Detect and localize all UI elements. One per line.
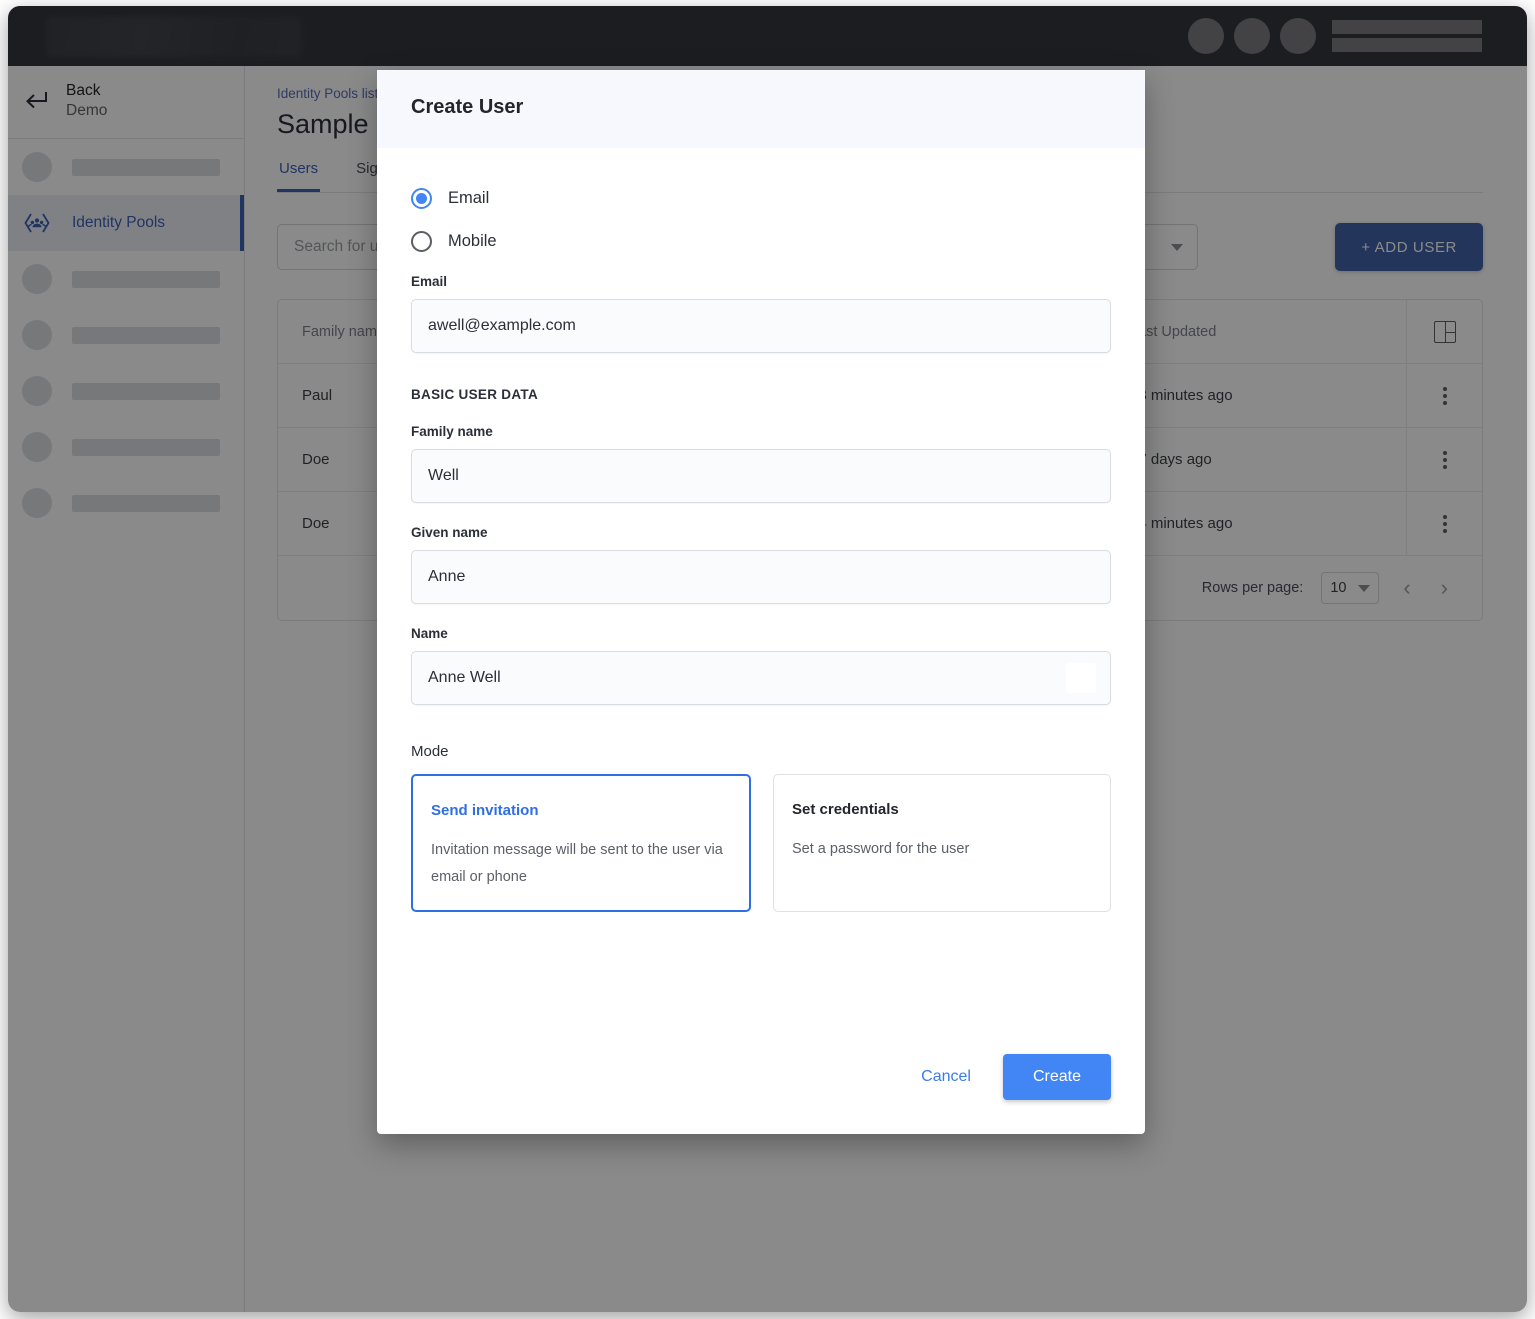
create-button[interactable]: Create [1002, 1054, 1111, 1100]
mode-card-title: Set credentials [792, 801, 899, 818]
dialog-footer: Cancel Create [377, 1054, 1145, 1134]
radio-email-icon [411, 188, 432, 209]
dialog-body: Email Mobile Email awell@example.com BAS… [377, 148, 1145, 1054]
mode-card-description: Set a password for the user [792, 841, 970, 857]
given-name-label: Given name [411, 525, 488, 540]
name-input-clear-icon[interactable] [1066, 663, 1096, 693]
name-label: Name [411, 626, 448, 641]
radio-email-label: Email [448, 189, 490, 207]
create-user-dialog: Create User Email Mobile Email awell@exa… [377, 70, 1145, 1134]
given-name-input[interactable]: Anne [411, 550, 1111, 604]
mode-card-set-credentials[interactable]: Set credentials Set a password for the u… [773, 774, 1111, 912]
cancel-button[interactable]: Cancel [903, 1056, 989, 1098]
basic-user-data-heading: BASIC USER DATA [411, 387, 539, 402]
name-input-value: Anne Well [428, 669, 501, 686]
name-input[interactable]: Anne Well [411, 651, 1111, 705]
app-window: Back Demo Identity Pools Identity Pools … [8, 6, 1527, 1312]
radio-option-mobile[interactable]: Mobile [411, 231, 1111, 252]
radio-mobile-label: Mobile [448, 232, 497, 250]
email-input[interactable]: awell@example.com [411, 299, 1111, 353]
radio-option-email[interactable]: Email [411, 188, 1111, 209]
mode-card-send-invitation[interactable]: Send invitation Invitation message will … [411, 774, 751, 912]
email-field-label: Email [411, 274, 448, 289]
mode-card-group: Send invitation Invitation message will … [411, 774, 1111, 912]
radio-mobile-icon [411, 231, 432, 252]
mode-label: Mode [411, 743, 449, 760]
dialog-header: Create User [377, 70, 1145, 148]
family-name-label: Family name [411, 424, 493, 439]
dialog-title: Create User [411, 96, 524, 118]
family-name-input[interactable]: Well [411, 449, 1111, 503]
mode-card-title: Send invitation [431, 802, 539, 819]
mode-card-description: Invitation message will be sent to the u… [431, 842, 723, 885]
